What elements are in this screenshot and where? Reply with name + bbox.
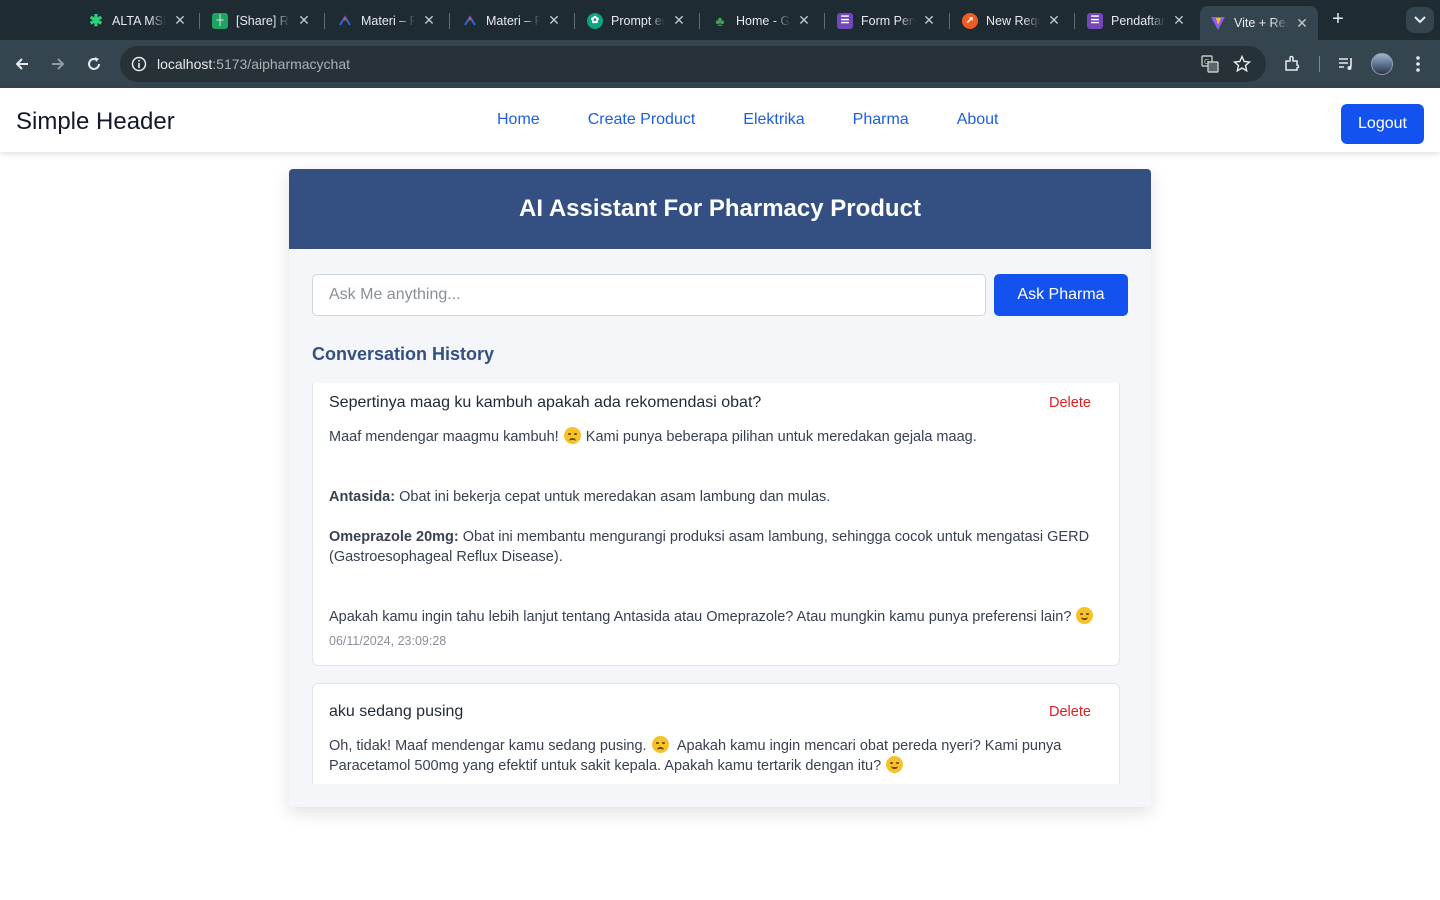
bookmark-star-icon[interactable] (1232, 54, 1252, 74)
chevron-down-icon (1414, 16, 1426, 24)
browser-tab[interactable]: ➚ New Requ ✕ (952, 7, 1070, 34)
materi-icon (462, 13, 478, 29)
entry-answer: Maaf mendengar maagmu kambuh! Kami punya… (329, 427, 1099, 627)
close-icon[interactable]: ✕ (172, 12, 188, 29)
close-icon[interactable]: ✕ (1171, 12, 1187, 29)
tab-label: New Requ (986, 13, 1040, 28)
browser-tab[interactable]: Materi – P ✕ (452, 7, 570, 34)
reload-icon (88, 57, 100, 70)
tab-label: Prompt en (611, 13, 665, 28)
smiling-face-icon (886, 756, 904, 773)
logout-button[interactable]: Logout (1341, 104, 1424, 144)
browser-tab[interactable]: ☰ Form Pen ✕ (827, 7, 945, 34)
materi-icon (337, 13, 353, 29)
site-info-icon[interactable] (128, 53, 150, 75)
entry-question: aku sedang pusing (329, 703, 464, 720)
tab-label: Materi – P (486, 13, 540, 28)
url-path: :5173/aipharmacychat (212, 56, 351, 72)
media-control-icon[interactable] (1334, 52, 1358, 76)
browser-tab[interactable]: Materi – P ✕ (327, 7, 445, 34)
arrow-right-icon (52, 58, 65, 70)
main-nav: Home Create Product Elektrika Pharma Abo… (497, 88, 1047, 152)
url-text[interactable]: localhost:5173/aipharmacychat (157, 56, 350, 72)
sheets-icon: ┼ (212, 12, 228, 29)
close-icon[interactable]: ✕ (671, 12, 687, 29)
close-icon[interactable]: ✕ (921, 12, 937, 29)
asterisk-icon: ✱ (89, 12, 103, 30)
nav-pharma[interactable]: Pharma (853, 111, 909, 129)
browser-tab[interactable]: ✱ ALTA MSIB ✕ (78, 7, 196, 34)
tab-label: [Share] Re (236, 13, 290, 28)
close-icon[interactable]: ✕ (796, 12, 812, 29)
chat-card-header: AI Assistant For Pharmacy Product (289, 169, 1151, 249)
forms-icon: ☰ (837, 12, 853, 29)
kebab-menu-icon[interactable] (1406, 52, 1430, 76)
tab-label: Materi – P (361, 13, 415, 28)
conversation-entry: aku sedang pusing Delete Oh, tidak! Maaf… (312, 683, 1120, 784)
entry-answer: Oh, tidak! Maaf mendengar kamu sedang pu… (329, 736, 1062, 774)
conversation-entry: Sepertinya maag ku kambuh apakah ada rek… (312, 383, 1120, 666)
delete-button[interactable]: Delete (1049, 704, 1091, 720)
plant-icon: ♣ (715, 12, 725, 29)
nav-about[interactable]: About (957, 111, 999, 129)
ask-form: Ask Pharma (312, 274, 1128, 316)
reload-button[interactable] (82, 52, 106, 76)
smiling-face-icon (1076, 607, 1094, 624)
nav-home[interactable]: Home (497, 111, 540, 129)
translate-icon[interactable]: G (1200, 54, 1220, 74)
answer-intro: Maaf mendengar maagmu kambuh! Kami punya… (329, 427, 977, 445)
tab-label: Vite + Rea (1234, 16, 1288, 30)
conversation-history[interactable]: Sepertinya maag ku kambuh apakah ada rek… (312, 383, 1120, 784)
browser-tab[interactable]: ┼ [Share] Re ✕ (202, 7, 320, 34)
browser-tab[interactable]: ♣ Home - Ge ✕ (702, 7, 820, 34)
forms-icon: ☰ (1087, 12, 1103, 29)
brand-title: Simple Header (16, 108, 175, 135)
tab-label: ALTA MSIB (112, 13, 166, 28)
pensive-face-icon (651, 736, 669, 753)
delete-button[interactable]: Delete (1049, 395, 1091, 411)
nav-create-product[interactable]: Create Product (588, 111, 696, 129)
entry-timestamp: 06/11/2024, 23:09:28 (329, 634, 447, 648)
chat-card: AI Assistant For Pharmacy Product Ask Ph… (289, 169, 1151, 807)
history-title: Conversation History (312, 344, 495, 364)
app-header: Simple Header Home Create Product Elektr… (0, 88, 1440, 152)
postman-icon: ➚ (962, 12, 978, 29)
nav-elektrika[interactable]: Elektrika (743, 111, 804, 129)
tab-search-button[interactable] (1406, 7, 1434, 33)
browser-tab-strip: ✱ ALTA MSIB ✕ ┼ [Share] Re ✕ Materi – P … (0, 0, 1440, 40)
chatgpt-icon: ✿ (587, 12, 603, 29)
browser-tab-active[interactable]: Vite + Rea ✕ (1200, 6, 1318, 40)
svg-text:G: G (1204, 58, 1209, 66)
close-icon[interactable]: ✕ (1046, 12, 1062, 29)
entry-question: Sepertinya maag ku kambuh apakah ada rek… (329, 394, 762, 411)
close-icon[interactable]: ✕ (546, 12, 562, 29)
close-icon[interactable]: ✕ (421, 12, 437, 29)
forward-button[interactable] (46, 52, 70, 76)
tab-label: Form Pen (861, 13, 915, 28)
extensions-icon[interactable] (1280, 52, 1304, 76)
tab-label: Pendaftar (1111, 13, 1165, 28)
ask-pharma-button[interactable]: Ask Pharma (994, 274, 1128, 316)
browser-tab[interactable]: ☰ Pendaftar ✕ (1077, 7, 1195, 34)
answer-item-omeprazole: Omeprazole 20mg: Obat ini membantu mengu… (329, 529, 1090, 565)
arrow-left-icon (15, 58, 28, 70)
vite-icon (1210, 15, 1226, 31)
url-host: localhost (157, 56, 213, 72)
browser-tab[interactable]: ✿ Prompt en ✕ (577, 7, 695, 34)
chat-title: AI Assistant For Pharmacy Product (519, 195, 921, 222)
back-button[interactable] (10, 52, 34, 76)
ask-input[interactable] (312, 274, 986, 316)
address-bar[interactable]: localhost:5173/aipharmacychat G (120, 46, 1266, 82)
pensive-face-icon (563, 427, 581, 444)
browser-toolbar: localhost:5173/aipharmacychat G (0, 40, 1440, 88)
answer-item-antasida: Antasida: Obat ini bekerja cepat untuk m… (329, 489, 831, 505)
new-tab-button[interactable]: + (1328, 9, 1348, 31)
close-icon[interactable]: ✕ (1294, 15, 1310, 32)
tab-label: Home - Ge (736, 13, 790, 28)
answer-closing: Apakah kamu ingin tahu lebih lanjut tent… (329, 607, 1099, 627)
profile-avatar[interactable] (1371, 53, 1393, 75)
close-icon[interactable]: ✕ (296, 12, 312, 29)
